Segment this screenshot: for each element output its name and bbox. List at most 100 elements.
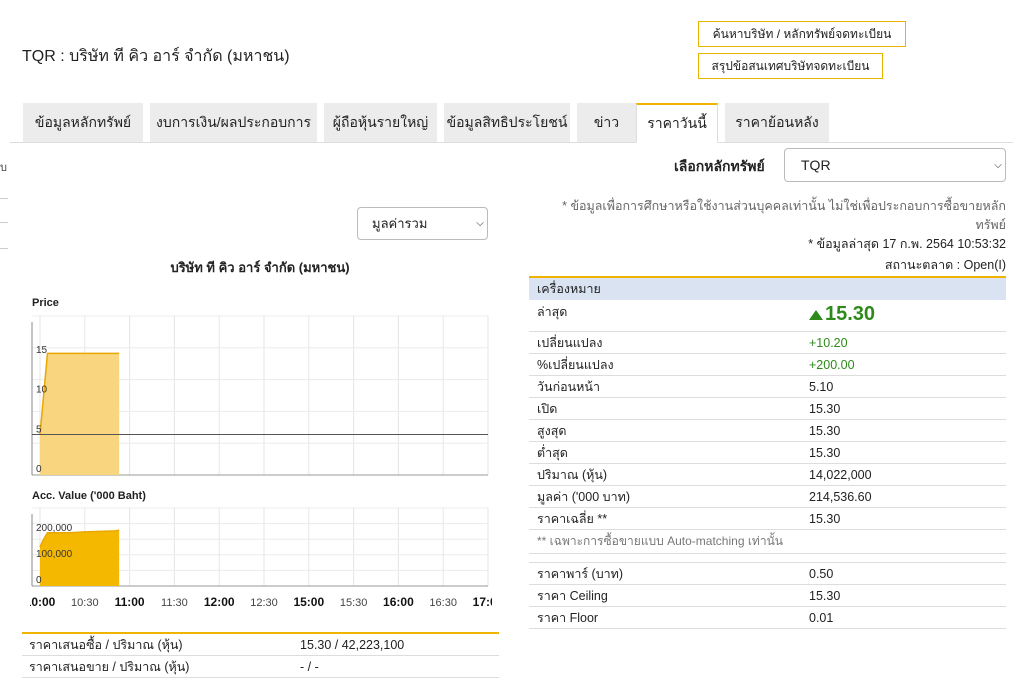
quote-row-value: 15.30 [809, 423, 841, 438]
x-tick-label: 11:30 [161, 597, 188, 609]
quote-row: เปิด 15.30 [529, 398, 1006, 420]
divider [529, 554, 1006, 563]
quote-row-label: เปลี่ยนแปลง [537, 335, 603, 350]
price-chart-label: Price [32, 297, 59, 309]
bid-offer-table: ราคาเสนอซื้อ / ปริมาณ (หุ้น) 15.30 / 42,… [22, 632, 499, 678]
security-select-label: เลือกหลักทรัพย์ [674, 158, 765, 174]
x-tick-label: 16:00 [383, 595, 414, 609]
quote-row-label: วันก่อนหน้า [537, 379, 600, 394]
quote-row-label: เปิด [537, 401, 558, 416]
quote-row-label: ราคาเฉลี่ย ** [537, 511, 608, 526]
tab-benefits[interactable]: ข้อมูลสิทธิประโยชน์ [444, 103, 570, 142]
search-company-button[interactable]: ค้นหาบริษัท / หลักทรัพย์จดทะเบียน [698, 21, 906, 47]
value-ytick-label: 200,000 [36, 523, 73, 534]
tab-security-info[interactable]: ข้อมูลหลักทรัพย์ [23, 103, 143, 142]
quote-row: วันก่อนหน้า 5.10 [529, 376, 1006, 398]
bid-label: ราคาเสนอซื้อ / ปริมาณ (หุ้น) [29, 637, 183, 652]
quote-row: %เปลี่ยนแปลง +200.00 [529, 354, 1006, 376]
edge-divider [0, 222, 8, 223]
x-tick-label: 12:00 [204, 595, 235, 609]
last-updated: * ข้อมูลล่าสุด 17 ก.พ. 2564 10:53:32 [808, 237, 1006, 251]
price-area [40, 353, 120, 475]
chevron-down-icon: ⌵ [994, 159, 1002, 171]
tab-financials[interactable]: งบการเงิน/ผลประกอบการ [150, 103, 317, 142]
x-tick-label: 10:30 [71, 597, 99, 609]
quote-row-value: 214,536.60 [809, 489, 872, 504]
tab-today-price[interactable]: ราคาวันนี้ [636, 103, 718, 143]
quote-row-label: ปริมาณ (หุ้น) [537, 467, 608, 482]
quote-row: ราคา Floor 0.01 [529, 607, 1006, 629]
price-ytick-label: 0 [36, 464, 42, 475]
disclaimer-note: * ข้อมูลเพื่อการศึกษาหรือใช้งานส่วนบุคคล… [562, 199, 1006, 232]
chart-title: บริษัท ที คิว อาร์ จำกัด (มหาชน) [170, 260, 350, 275]
x-tick-label: 15:30 [340, 597, 368, 609]
quote-row: ราคา Ceiling 15.30 [529, 585, 1006, 607]
quote-row: ต่ำสุด 15.30 [529, 442, 1006, 464]
company-summary-button[interactable]: สรุปข้อสนเทศบริษัทจดทะเบียน [698, 53, 883, 79]
auto-matching-footnote: ** เฉพาะการซื้อขายแบบ Auto-matching เท่า… [529, 530, 1006, 554]
quote-row-label: มูลค่า ('000 บาท) [537, 489, 630, 504]
chart-mode-value: มูลค่ารวม [372, 216, 428, 231]
left-edge-fragment: บ [0, 140, 8, 260]
quote-row-label: ราคา Floor [537, 610, 599, 625]
quote-row-value: 14,022,000 [809, 467, 872, 482]
quote-row-value: 15.30 [809, 511, 841, 526]
quote-row: สูงสุด 15.30 [529, 420, 1006, 442]
price-ytick-label: 15 [36, 345, 48, 356]
quote-row-value: +200.00 [809, 357, 855, 372]
offer-label: ราคาเสนอขาย / ปริมาณ (หุ้น) [29, 659, 190, 674]
quote-row-value: 15.30 [809, 588, 841, 603]
offer-value: - / - [300, 659, 319, 674]
edge-divider [0, 198, 8, 199]
value-ytick-label: 100,000 [36, 549, 73, 560]
edge-divider [0, 248, 8, 249]
quote-row-value: 5.10 [809, 379, 834, 394]
intraday-chart: 0 5 10 15 0 100,000 200,000 10:00 10:30 11:00 11… [30, 315, 492, 609]
x-axis-ticks: 10:00 10:30 11:00 11:30 12:00 12:30 15:00 15:30… [30, 595, 492, 609]
x-tick-label: 12:30 [250, 597, 278, 609]
price-ytick-label: 10 [36, 385, 48, 396]
quote-row-value: 0.01 [809, 610, 834, 625]
bid-row: ราคาเสนอซื้อ / ปริมาณ (หุ้น) 15.30 / 42,… [22, 634, 499, 656]
chevron-down-icon: ⌵ [476, 218, 484, 229]
edge-text: บ [0, 162, 7, 174]
last-price-value: 15.30 [825, 303, 876, 325]
quote-row: เปลี่ยนแปลง +10.20 [529, 332, 1006, 354]
value-ytick-label: 0 [36, 575, 42, 586]
quote-row-label: %เปลี่ยนแปลง [537, 357, 614, 372]
tab-major-shareholders[interactable]: ผู้ถือหุ้นรายใหญ่ [324, 103, 437, 142]
tab-historical-price[interactable]: ราคาย้อนหลัง [725, 103, 829, 142]
chart-mode-select[interactable]: มูลค่ารวม ⌵ [357, 207, 488, 240]
up-arrow-icon [809, 309, 823, 320]
last-price-label: ล่าสุด [537, 305, 568, 319]
quote-row: ปริมาณ (หุ้น) 14,022,000 [529, 464, 1006, 486]
x-tick-label: 17:00 [473, 595, 492, 609]
quote-row-value: 15.30 [809, 445, 841, 460]
x-tick-label: 15:00 [293, 595, 324, 609]
offer-row: ราคาเสนอขาย / ปริมาณ (หุ้น) - / - [22, 656, 499, 678]
bid-value: 15.30 / 42,223,100 [300, 637, 405, 652]
quote-row-label: ราคา Ceiling [537, 588, 608, 603]
price-ytick-label: 5 [36, 424, 42, 435]
quote-info-table: เครื่องหมาย ล่าสุด 15.30 เปลี่ยนแปลง +10.… [529, 276, 1006, 629]
quote-row: มูลค่า ('000 บาท) 214,536.60 [529, 486, 1006, 508]
quote-row: ราคาพาร์ (บาท) 0.50 [529, 563, 1006, 585]
tab-bar: ข้อมูลหลักทรัพย์ งบการเงิน/ผลประกอบการ ผ… [10, 103, 1013, 143]
quote-symbol-header: เครื่องหมาย [529, 278, 1006, 300]
quote-row: ราคาเฉลี่ย ** 15.30 [529, 508, 1006, 530]
quote-row-value: 0.50 [809, 566, 834, 581]
quote-row-label: ต่ำสุด [537, 445, 568, 460]
quote-row-label: ราคาพาร์ (บาท) [537, 566, 624, 581]
x-tick-label: 11:00 [115, 595, 145, 609]
quote-row-value: +10.20 [809, 335, 848, 350]
quote-row-label: สูงสุด [537, 423, 567, 438]
security-select[interactable]: TQR ⌵ [784, 148, 1006, 182]
last-price-row: ล่าสุด 15.30 [529, 300, 1006, 332]
security-select-value: TQR [801, 157, 831, 173]
tab-news[interactable]: ข่าว [577, 103, 636, 142]
page-title: TQR : บริษัท ที คิว อาร์ จำกัด (มหาชน) [22, 48, 290, 65]
x-tick-label: 16:30 [429, 597, 457, 609]
market-status: สถานะตลาด : Open(I) [884, 258, 1006, 272]
quote-row-value: 15.30 [809, 401, 841, 416]
value-panel: 0 100,000 200,000 [31, 507, 489, 587]
